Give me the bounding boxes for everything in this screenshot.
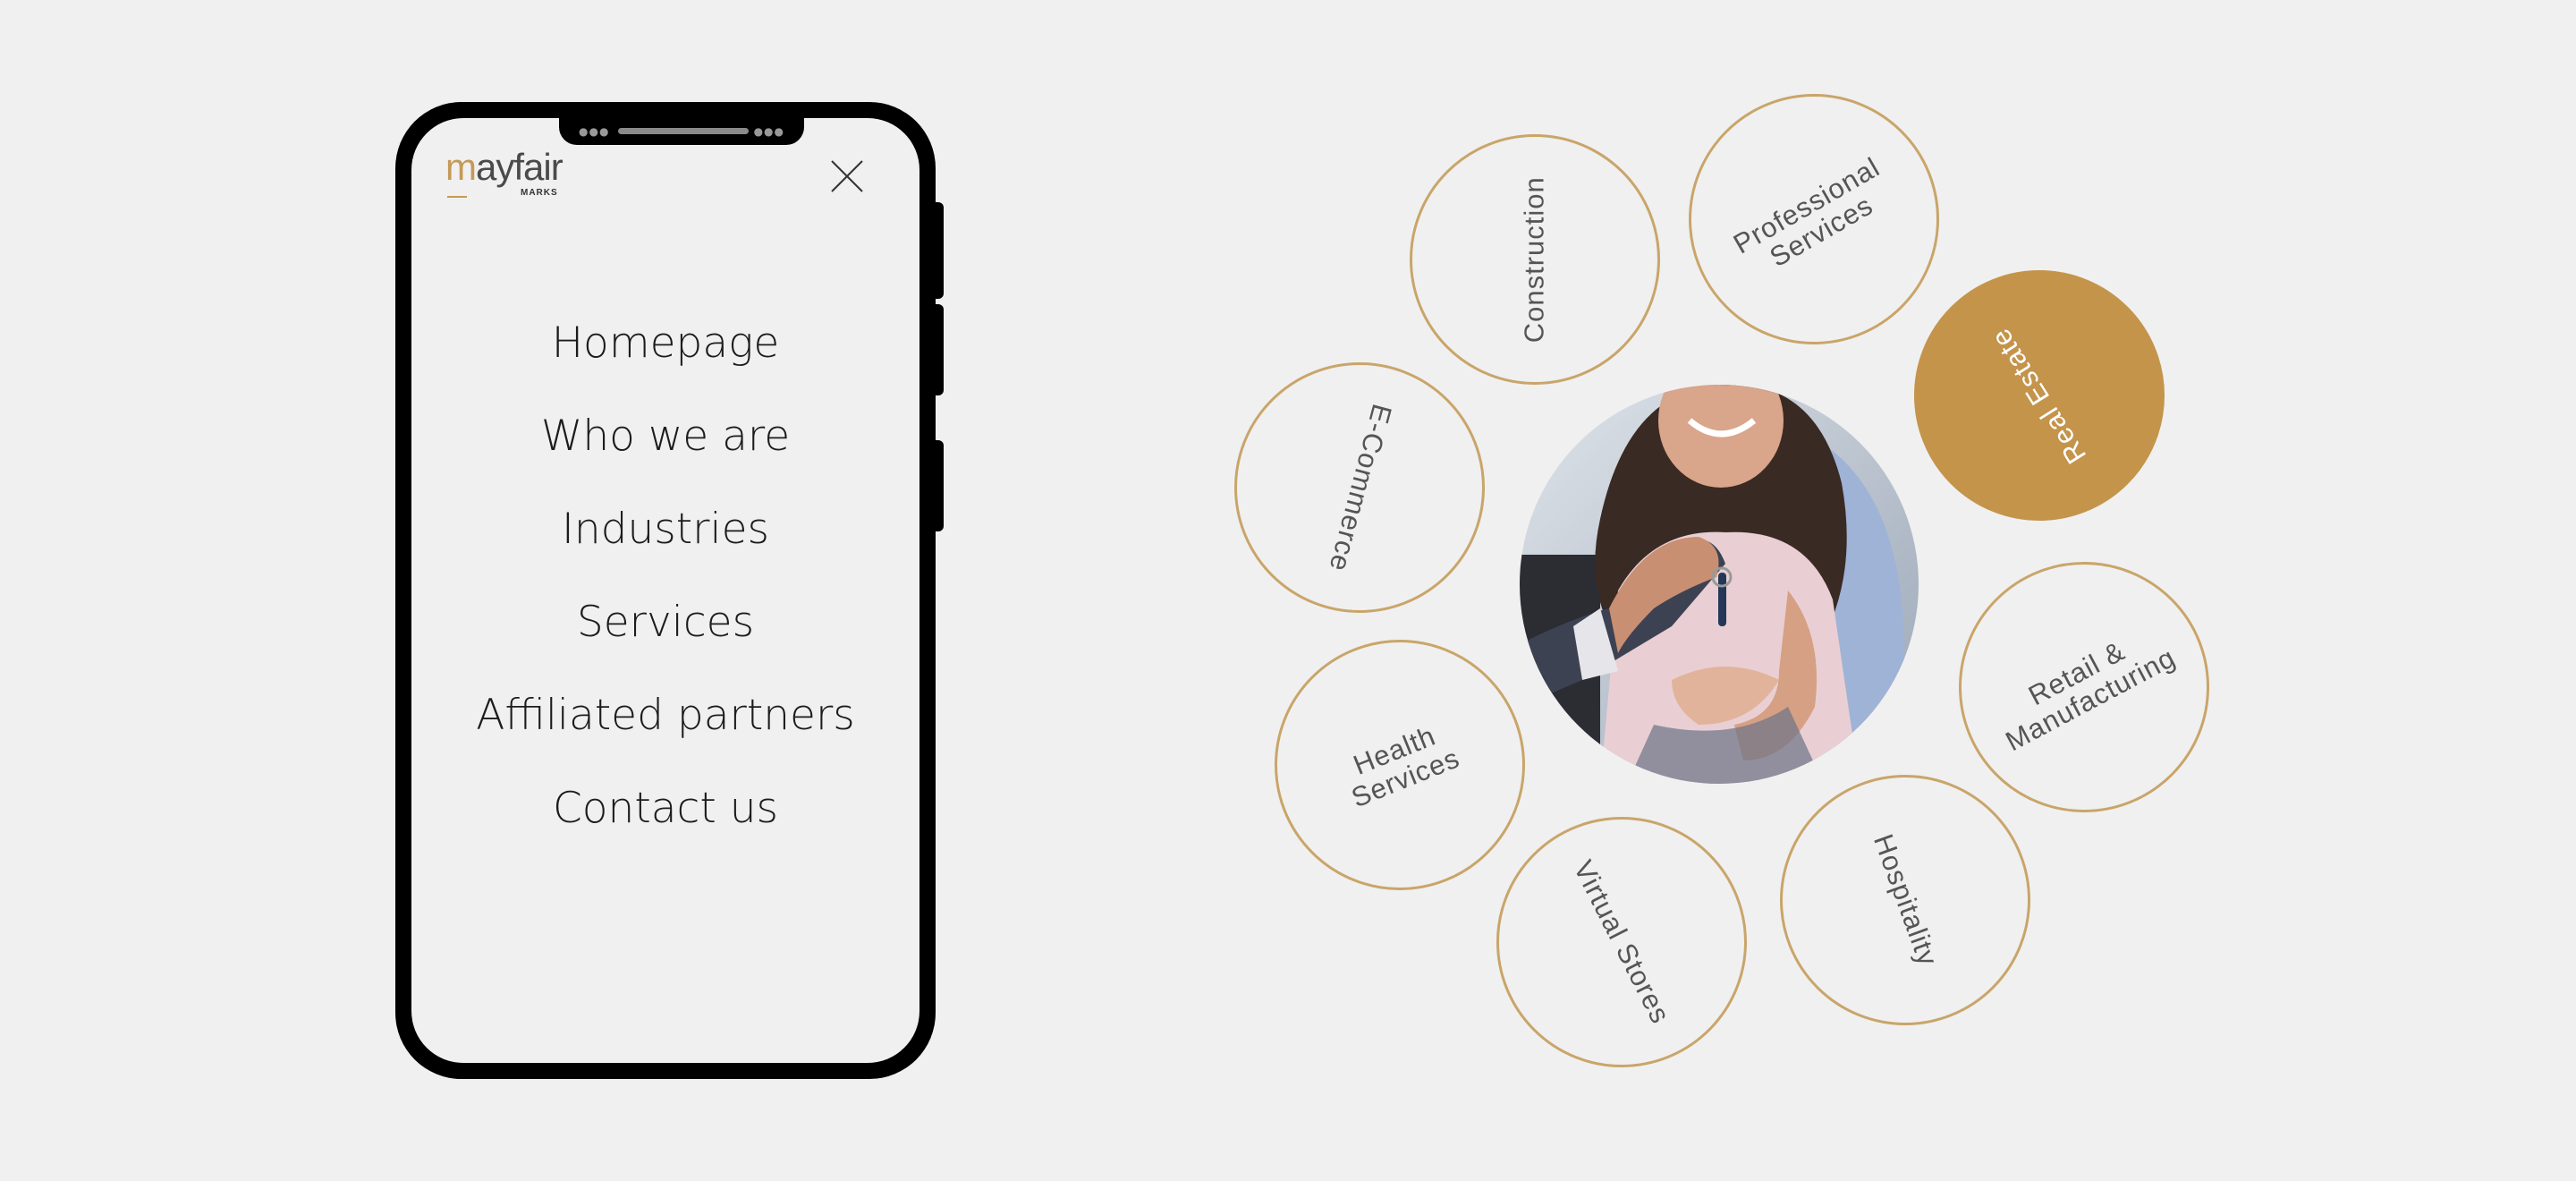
industry-label: Real Estate (1985, 322, 2093, 470)
logo-word-rest: ayfair (476, 146, 564, 188)
menu-item-services[interactable]: Services (577, 576, 754, 669)
menu-item-industries[interactable]: Industries (562, 483, 769, 576)
industry-hospitality[interactable]: Hospitality (1780, 775, 2030, 1025)
industry-label: Retail & Manufacturing (2000, 635, 2181, 758)
industry-real-estate[interactable]: Real Estate (1914, 270, 2165, 521)
logo-subtitle: MARKS (521, 188, 558, 198)
menu-item-contact-us[interactable]: Contact us (553, 762, 778, 855)
close-icon (831, 160, 863, 192)
industry-e-commerce[interactable]: E-Commerce (1234, 362, 1485, 613)
phone-notch: ●●● ●●● (559, 118, 804, 145)
menu-item-affiliated-partners[interactable]: Affiliated partners (476, 669, 855, 762)
notch-dots-left: ●●● (579, 125, 610, 138)
phone-screen: ●●● ●●● mayfair MARKS Homepage Who we ar… (411, 118, 919, 1063)
industry-virtual-stores[interactable]: Virtual Stores (1496, 817, 1747, 1067)
mayfair-logo[interactable]: mayfair MARKS (445, 149, 589, 202)
industry-label: Virtual Stores (1567, 854, 1677, 1029)
menu-item-homepage[interactable]: Homepage (552, 297, 780, 390)
industry-professional-services[interactable]: Professional Services (1689, 94, 1939, 344)
key-handover-photo (1520, 385, 1919, 784)
industry-label: Health Services (1346, 720, 1464, 814)
notch-dots-right: ●●● (753, 125, 784, 138)
notch-speaker (618, 128, 749, 134)
industry-label: E-Commerce (1322, 400, 1398, 575)
logo-accent-letter: m (445, 146, 477, 188)
industry-construction[interactable]: Construction (1410, 134, 1660, 385)
close-menu-button[interactable] (828, 157, 866, 195)
logo-wordmark: mayfair (445, 149, 589, 186)
industry-label: Professional Services (1727, 151, 1885, 274)
logo-underline (447, 196, 467, 198)
industry-label: Hospitality (1867, 829, 1945, 971)
industry-retail-manufacturing[interactable]: Retail & Manufacturing (1959, 562, 2209, 812)
phone-mockup: ●●● ●●● mayfair MARKS Homepage Who we ar… (395, 102, 936, 1079)
phone-side-button (934, 304, 944, 395)
industry-label: Construction (1518, 175, 1550, 344)
main-menu: Homepage Who we are Industries Services … (411, 297, 919, 855)
phone-side-button (934, 202, 944, 299)
phone-side-button (934, 440, 944, 531)
industry-health-services[interactable]: Health Services (1275, 640, 1525, 890)
menu-item-who-we-are[interactable]: Who we are (541, 390, 790, 483)
